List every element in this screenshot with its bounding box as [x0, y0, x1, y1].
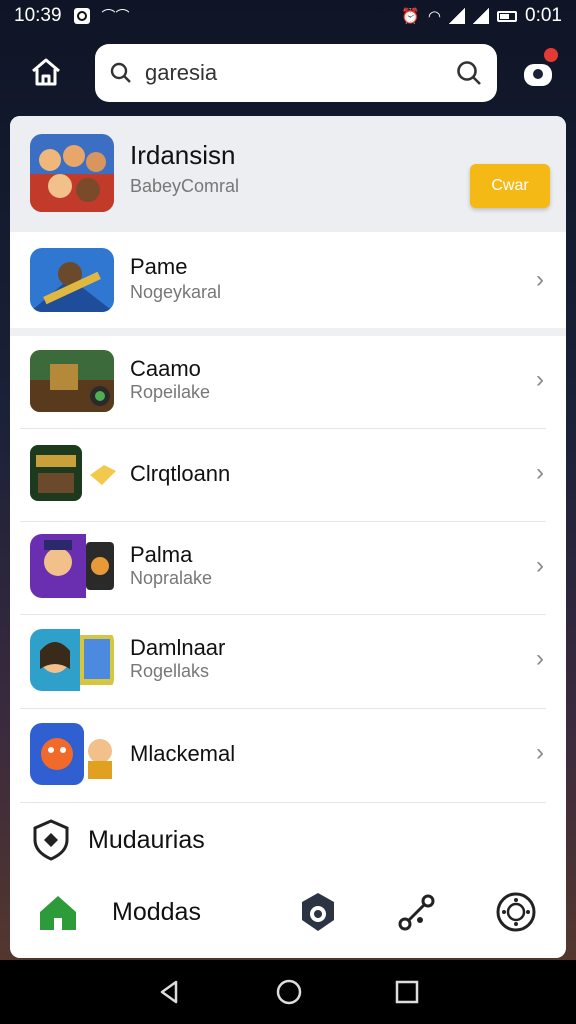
list-item[interactable]: Palma Nopralake ›	[10, 522, 566, 614]
chevron-right-icon: ›	[536, 366, 544, 393]
status-bar: 10:39 ⌒⌒ ⏰ ◠ 0:01	[0, 0, 576, 32]
app-title: Clrqtloann	[130, 461, 231, 486]
top-bar: garesia	[0, 32, 576, 114]
list-item[interactable]: Damlnaar Rogellaks ›	[10, 615, 566, 707]
signal-icon	[449, 8, 466, 24]
promo-row[interactable]: Mudaurias	[30, 818, 205, 862]
chevron-right-icon: ›	[536, 552, 544, 579]
home-nav-icon[interactable]	[275, 978, 303, 1006]
app-title: Pame	[130, 254, 188, 279]
chevron-right-icon: ›	[536, 739, 544, 766]
list-item[interactable]: Clrqtloann ›	[10, 429, 566, 521]
signal-2-icon	[473, 8, 490, 24]
app-icon	[30, 350, 114, 412]
app-icon	[30, 445, 82, 501]
chevron-right-icon: ›	[536, 645, 544, 672]
game-icon[interactable]	[298, 890, 338, 934]
bottom-tab-bar: Moddas	[10, 878, 566, 948]
promo-label: Mudaurias	[88, 825, 205, 854]
app-list-card: Irdansisn BabeyComral Cwar Pame Nogeykar…	[10, 116, 566, 958]
shield-icon	[33, 819, 69, 861]
home-tab-icon[interactable]	[36, 890, 80, 934]
list-item[interactable]: Mlackemal ›	[10, 709, 566, 801]
app-icon	[30, 248, 114, 312]
alarm-icon: ⏰	[401, 8, 420, 25]
notification-butterfly-icon: ⌒⌒	[101, 8, 130, 24]
app-subtitle: Nogeykaral	[130, 282, 222, 302]
section-divider	[10, 328, 566, 336]
notification-badge	[544, 48, 558, 62]
status-time: 10:39	[14, 5, 62, 26]
featured-app-icon	[30, 134, 114, 212]
system-nav-bar	[0, 960, 576, 1024]
active-tab-label[interactable]: Moddas	[112, 898, 201, 927]
app-title: Caamo	[130, 356, 201, 381]
back-icon[interactable]	[156, 978, 184, 1006]
wifi-icon: ◠	[427, 8, 442, 25]
home-icon	[32, 58, 60, 86]
divider	[20, 802, 546, 803]
search-input[interactable]: garesia	[145, 60, 455, 86]
app-subtitle: Nopralake	[130, 568, 213, 588]
battery-time: 0:01	[525, 5, 562, 26]
search-icon[interactable]	[455, 59, 483, 87]
list-item[interactable]: Caamo Ropeilake ›	[10, 336, 566, 428]
battery-icon	[497, 10, 518, 22]
list-item[interactable]: Pame Nogeykaral ›	[10, 232, 566, 328]
app-icon	[30, 629, 114, 691]
app-title: Mlackemal	[130, 741, 236, 766]
featured-app[interactable]: Irdansisn BabeyComral Cwar	[10, 116, 566, 232]
get-button[interactable]: Cwar	[470, 164, 550, 208]
notification-app-icon	[73, 8, 90, 24]
app-icon	[30, 534, 114, 598]
ticket-icon	[90, 465, 116, 485]
search-bar[interactable]: garesia	[95, 44, 497, 102]
featured-app-title: Irdansisn	[130, 140, 236, 170]
recents-icon[interactable]	[394, 979, 420, 1005]
featured-app-subtitle: BabeyComral	[130, 176, 240, 196]
app-title: Palma	[130, 542, 193, 567]
app-subtitle: Ropeilake	[130, 382, 211, 402]
app-title: Damlnaar	[130, 635, 226, 660]
chevron-right-icon: ›	[536, 266, 544, 293]
app-icon	[30, 723, 114, 785]
profile-button[interactable]	[518, 48, 558, 92]
search-prefix-icon	[110, 62, 131, 83]
share-icon[interactable]	[396, 892, 438, 934]
settings-icon[interactable]	[494, 890, 538, 934]
chevron-right-icon: ›	[536, 459, 544, 486]
home-button[interactable]	[28, 54, 64, 90]
app-subtitle: Rogellaks	[130, 661, 210, 681]
